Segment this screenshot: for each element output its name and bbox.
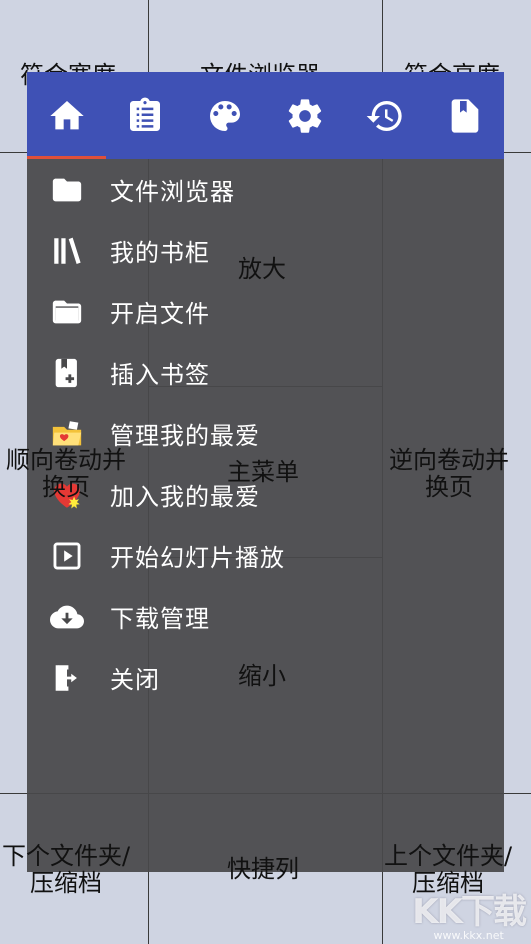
history-icon <box>366 100 402 131</box>
bookmark-page-icon <box>451 98 479 133</box>
palette-icon <box>210 100 240 131</box>
menu-item-label: 我的书柜 <box>110 239 210 267</box>
bookshelf-icon <box>49 233 85 269</box>
menu-item-label: 插入书签 <box>110 361 210 389</box>
hint-zoom-in: 放大 <box>238 255 286 283</box>
hint-line: 换页 <box>425 473 473 501</box>
watermark-logo: KK下载 <box>412 892 527 932</box>
hint-scroll-forward: 顺向卷动并 换页 <box>6 447 126 501</box>
hint-line: 上个文件夹/ <box>384 842 513 870</box>
tab-settings[interactable] <box>265 72 345 159</box>
tab-home[interactable] <box>27 72 107 159</box>
menu-item-insert-bookmark[interactable]: 插入书签 <box>27 342 504 403</box>
hint-next-folder: 下个文件夹/ 压缩档 <box>2 843 130 897</box>
menu-item-label: 开始幻灯片播放 <box>110 544 285 572</box>
hint-line: 压缩档 <box>30 869 103 897</box>
menu-item-label: 管理我的最爱 <box>110 422 260 450</box>
menu-item-label: 关闭 <box>110 666 160 694</box>
open-folder-icon <box>49 294 85 330</box>
hint-line: 顺向卷动并 <box>6 446 126 474</box>
tab-clipboard[interactable] <box>105 72 185 159</box>
tab-theme[interactable] <box>185 72 265 159</box>
hint-main-menu: 主菜单 <box>227 458 299 486</box>
folder-icon <box>49 172 85 208</box>
home-icon <box>50 100 84 129</box>
menu-item-label: 开启文件 <box>110 300 210 328</box>
clipboard-icon <box>130 97 160 131</box>
gear-icon <box>288 98 322 133</box>
exit-icon <box>49 660 85 696</box>
menu-item-slideshow[interactable]: 开始幻灯片播放 <box>27 525 504 586</box>
hint-shortcut-bar: 快捷列 <box>227 855 299 883</box>
menu-item-open-file[interactable]: 开启文件 <box>27 281 504 342</box>
hint-line: 换页 <box>42 473 90 501</box>
tab-history[interactable] <box>345 72 425 159</box>
add-bookmark-icon <box>49 355 85 391</box>
hint-line: 下个文件夹/ <box>2 842 131 870</box>
cloud-download-icon <box>49 599 85 635</box>
play-icon <box>49 538 85 574</box>
menu-item-label: 下载管理 <box>110 605 210 633</box>
drawer-tab-bar <box>27 72 504 159</box>
hint-zoom-out: 缩小 <box>238 662 286 690</box>
hint-line: 逆向卷动并 <box>389 446 509 474</box>
menu-item-file-browser[interactable]: 文件浏览器 <box>27 159 504 220</box>
tab-bookmarks[interactable] <box>425 72 505 159</box>
menu-item-download-manager[interactable]: 下载管理 <box>27 586 504 647</box>
watermark: KK下载 www.kkx.net <box>412 884 527 942</box>
hint-scroll-backward: 逆向卷动并 换页 <box>389 447 509 501</box>
menu-item-label: 文件浏览器 <box>110 178 235 206</box>
